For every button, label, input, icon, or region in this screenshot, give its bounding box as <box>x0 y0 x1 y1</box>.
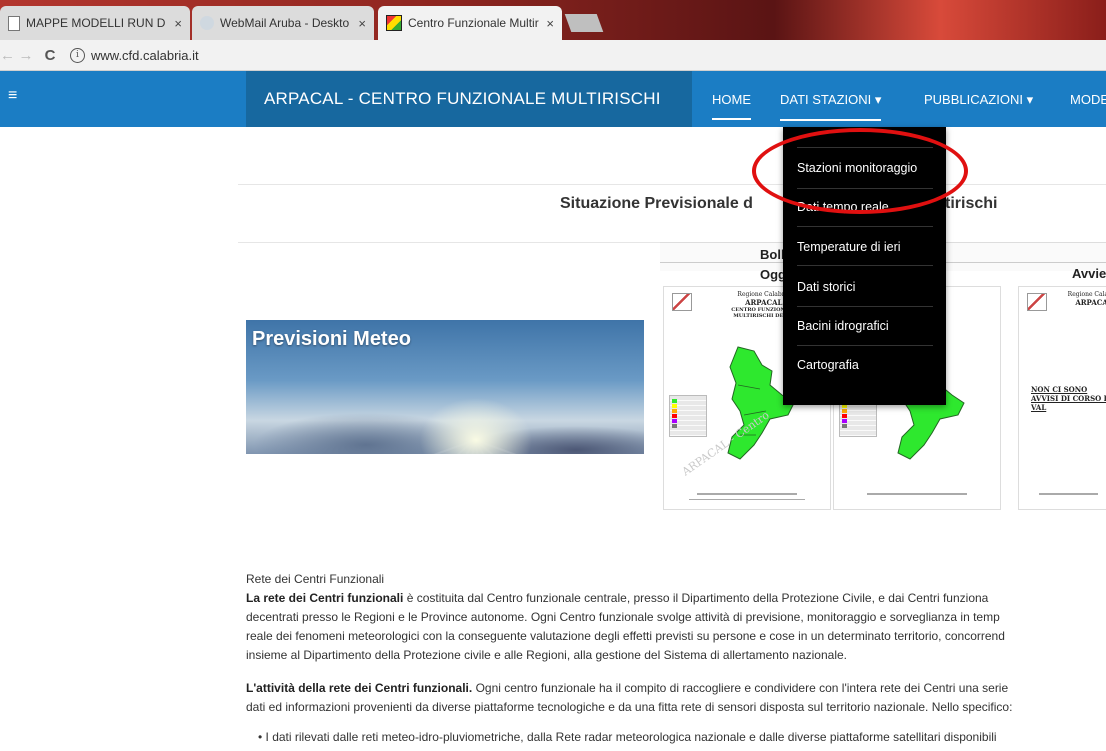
site-navbar: ≡ ARPACAL - CENTRO FUNZIONALE MULTIRISCH… <box>0 71 1106 127</box>
site-brand[interactable]: ARPACAL - CENTRO FUNZIONALE MULTIRISCHI <box>264 89 661 109</box>
bulletin-header: Regione Calabria ARPACAL <box>1059 291 1106 307</box>
previsioni-meteo-banner[interactable]: Previsioni Meteo <box>246 320 644 454</box>
url-text: www.cfd.calabria.it <box>91 47 199 63</box>
article-paragraph-line: insieme al Dipartimento della Protezione… <box>246 648 847 662</box>
article-paragraph-line: L'attività della rete dei Centri funzion… <box>246 679 1106 698</box>
nav-home[interactable]: HOME <box>712 92 751 120</box>
nav-modelli[interactable]: MODE <box>1070 92 1106 107</box>
bulletin-footer <box>1038 493 1099 495</box>
page-title: Situazione Previsionale d <box>560 195 753 212</box>
dati-stazioni-dropdown: Stazioni monitoraggio Dati tempo reale T… <box>783 127 946 405</box>
article-heading: Rete dei Centri Funzionali <box>246 572 385 586</box>
forward-button[interactable]: → <box>14 47 38 64</box>
new-tab-button[interactable] <box>564 14 604 32</box>
close-tab-icon[interactable]: × <box>174 16 182 31</box>
bulletin-avvisi[interactable]: Regione Calabria ARPACAL NON CI SONO AVV… <box>1018 286 1106 510</box>
menu-item-dati-storici[interactable]: Dati storici <box>797 280 855 294</box>
divider <box>238 184 1106 185</box>
arpacal-logo <box>1027 293 1047 311</box>
menu-divider <box>797 306 933 307</box>
bulletin-footer <box>697 493 797 495</box>
menu-item-stazioni-monitoraggio[interactable]: Stazioni monitoraggio <box>797 161 917 175</box>
info-icon[interactable]: i <box>70 47 85 63</box>
browser-tab-strip: MAPPE MODELLI RUN D × WebMail Aruba - De… <box>0 0 1106 40</box>
article-paragraph-line: decentrati presso le Regioni e le Provin… <box>246 610 1000 624</box>
meteo-banner-label: Previsioni Meteo <box>252 328 411 350</box>
tab-label: MAPPE MODELLI RUN D <box>26 16 166 30</box>
menu-item-cartografia[interactable]: Cartografia <box>797 358 859 372</box>
avvisi-label: Avvie <box>1072 266 1106 281</box>
bulletin-footer <box>867 493 967 495</box>
arpacal-logo <box>672 293 692 311</box>
text-run: Ogni centro funzionale ha il compito di … <box>472 681 1009 695</box>
page-title-continued: tirischi <box>945 195 998 212</box>
back-button[interactable]: ← <box>0 47 15 64</box>
url-field[interactable]: i www.cfd.calabria.it <box>70 43 1106 67</box>
webmail-icon <box>200 16 214 30</box>
tab-label: WebMail Aruba - Deskto <box>220 16 350 30</box>
menu-item-dati-tempo-reale[interactable]: Dati tempo reale <box>797 200 889 214</box>
browser-tab[interactable]: WebMail Aruba - Deskto × <box>192 6 374 40</box>
bulletin-region: Regione Calabria <box>1067 291 1106 298</box>
no-avvisi-text: NON CI SONO AVVISI DI CORSO DI VAL <box>1031 385 1106 412</box>
document-icon <box>8 15 20 31</box>
menu-item-temperature-di-ieri[interactable]: Temperature di ieri <box>797 240 901 254</box>
bulletin-org: ARPACAL <box>1075 298 1106 307</box>
menu-item-bacini-idrografici[interactable]: Bacini idrografici <box>797 319 889 333</box>
menu-divider <box>797 226 933 227</box>
reload-button[interactable]: C <box>38 47 62 64</box>
text-run: è costituita dal Centro funzionale centr… <box>403 591 989 605</box>
bold-term: La rete dei Centri funzionali <box>246 591 404 605</box>
tab-label: Centro Funzionale Multir <box>408 16 539 30</box>
site-favicon <box>386 15 402 31</box>
bold-term: L'attività della rete dei Centri funzion… <box>246 681 473 695</box>
menu-divider <box>797 265 933 266</box>
article-paragraph-line: reale dei fenomeni meteorologici con la … <box>246 629 1005 643</box>
map-legend <box>669 395 707 437</box>
article-paragraph-line: La rete dei Centri funzionali è costitui… <box>246 589 1106 608</box>
bulletin-footer-line <box>688 499 806 500</box>
nav-dati-stazioni[interactable]: DATI STAZIONI ▾ <box>780 92 882 121</box>
hamburger-menu-icon[interactable]: ≡ <box>8 87 17 105</box>
menu-divider <box>797 188 933 189</box>
close-tab-icon[interactable]: × <box>546 16 554 31</box>
address-bar: ← → C i www.cfd.calabria.it <box>0 40 1106 71</box>
browser-tab-active[interactable]: Centro Funzionale Multir × <box>378 6 562 40</box>
close-tab-icon[interactable]: × <box>358 16 366 31</box>
nav-pubblicazioni[interactable]: PUBBLICAZIONI ▾ <box>924 92 1033 108</box>
article-paragraph-line: dati ed informazioni provenienti da dive… <box>246 700 1013 714</box>
menu-divider <box>797 345 933 346</box>
article-bullet: • I dati rilevati dalle reti meteo-idro-… <box>258 730 997 744</box>
browser-tab[interactable]: MAPPE MODELLI RUN D × <box>0 6 190 40</box>
menu-divider <box>797 147 933 148</box>
